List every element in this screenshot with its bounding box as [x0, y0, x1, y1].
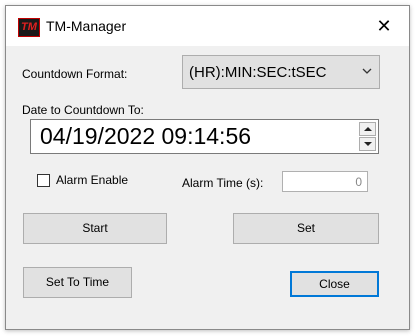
alarm-enable-checkbox[interactable] [37, 174, 50, 187]
alarm-time-label: Alarm Time (s): [182, 176, 264, 190]
date-to-countdown-label: Date to Countdown To: [22, 103, 144, 117]
arrow-up-icon [364, 127, 372, 131]
set-to-time-button[interactable]: Set To Time [23, 267, 132, 298]
tm-manager-window: TM TM-Manager ✕ Countdown Format: (HR):M… [5, 5, 410, 330]
countdown-format-dropdown[interactable]: (HR):MIN:SEC:tSEC [182, 55, 380, 89]
spin-up-button[interactable] [359, 122, 376, 136]
start-button[interactable]: Start [23, 213, 167, 244]
countdown-format-label: Countdown Format: [22, 67, 128, 81]
set-button[interactable]: Set [233, 213, 379, 244]
date-time-value[interactable]: 04/19/2022 09:14:56 [40, 123, 251, 150]
close-button[interactable]: Close [290, 271, 379, 297]
close-window-icon[interactable]: ✕ [364, 10, 404, 42]
date-time-picker[interactable]: 04/19/2022 09:14:56 [30, 119, 379, 154]
alarm-enable-label[interactable]: Alarm Enable [56, 173, 128, 187]
window-title: TM-Manager [46, 18, 127, 34]
countdown-format-selected: (HR):MIN:SEC:tSEC [189, 64, 327, 81]
arrow-down-icon [364, 142, 372, 146]
title-bar: TM TM-Manager ✕ [6, 6, 409, 46]
app-logo-icon: TM [18, 18, 40, 37]
chevron-down-icon [362, 68, 372, 74]
alarm-time-input[interactable]: 0 [282, 171, 368, 192]
spin-down-button[interactable] [359, 137, 376, 151]
